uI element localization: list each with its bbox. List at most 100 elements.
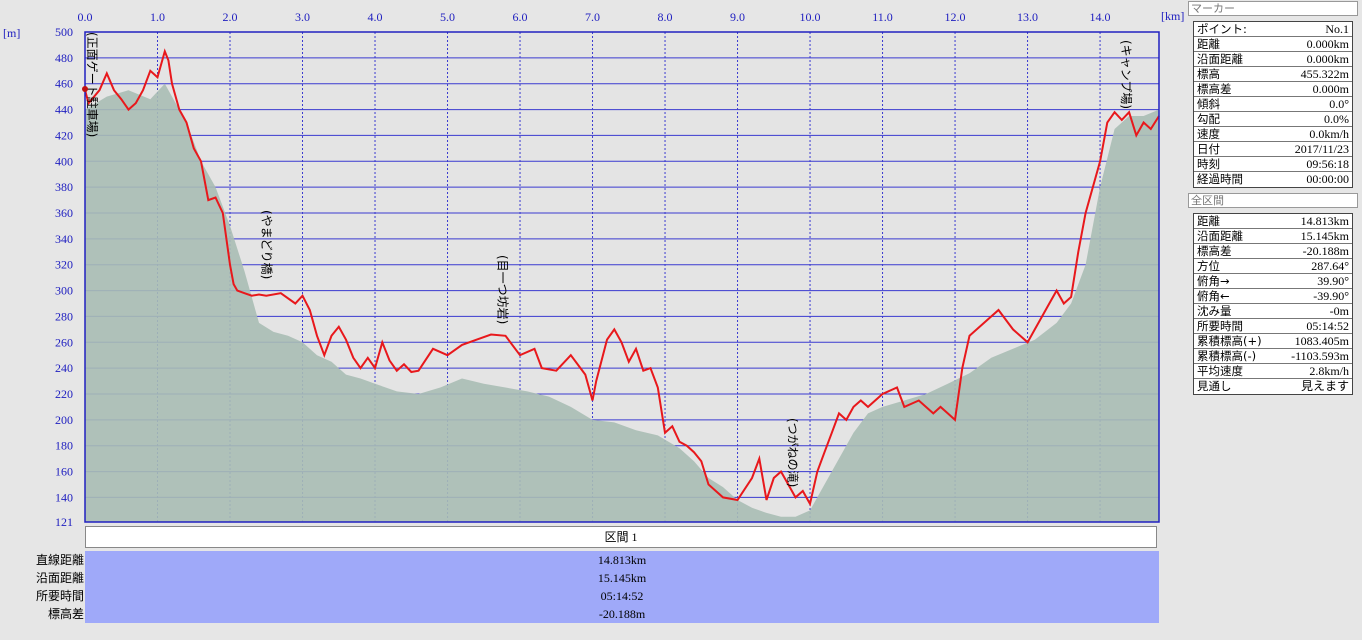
total-value: 39.90° [1317, 274, 1349, 288]
total-value: -1103.593m [1291, 349, 1349, 363]
x-tick-label: 11.0 [872, 10, 893, 24]
marker-key: 日付 [1197, 142, 1220, 156]
total-value: 287.64° [1311, 259, 1349, 273]
total-value: -20.188m [1302, 244, 1349, 258]
total-value: -39.90° [1313, 289, 1349, 303]
marker-value: 0.0° [1329, 97, 1349, 111]
y-tick-label: 200 [55, 413, 73, 427]
segment-header[interactable]: 区間 1 [85, 526, 1157, 548]
total-key: 沈み量 [1197, 304, 1232, 318]
marker-row: 速度 0.0km/h [1194, 127, 1352, 142]
marker-row: 標高差 0.000m [1194, 82, 1352, 97]
total-value: 14.813km [1300, 214, 1349, 228]
y-tick-label: 420 [55, 128, 73, 142]
y-tick-label: 260 [55, 335, 73, 349]
y-tick-label: 440 [55, 103, 73, 117]
marker-value: 00:00:00 [1306, 172, 1349, 186]
marker-row: 勾配 0.0% [1194, 112, 1352, 127]
y-tick-label: 160 [55, 465, 73, 479]
marker-value: 455.322m [1300, 67, 1349, 81]
x-tick-label: 1.0 [150, 10, 165, 24]
start-marker[interactable] [82, 86, 88, 92]
marker-row: 時刻 09:56:18 [1194, 157, 1352, 172]
x-tick-label: 2.0 [223, 10, 238, 24]
y-tick-label: 340 [55, 232, 73, 246]
y-tick-label: 360 [55, 206, 73, 220]
summary-value: -20.188m [85, 605, 1159, 623]
total-row: 方位 287.64° [1194, 259, 1352, 274]
x-tick-label: 8.0 [658, 10, 673, 24]
x-tick-label: 5.0 [440, 10, 455, 24]
x-unit-label: [km] [1161, 9, 1184, 23]
total-key: 平均速度 [1197, 364, 1243, 378]
total-key: 沿面距離 [1197, 229, 1243, 243]
annotation-label: (目一つ坊岩) [495, 255, 510, 324]
marker-row: 傾斜 0.0° [1194, 97, 1352, 112]
y-tick-label: 280 [55, 309, 73, 323]
summary-value: 14.813km [85, 551, 1159, 569]
summary-label: 沿面距離 [35, 571, 84, 585]
total-info-table: 距離 14.813km 沿面距離 15.145km 標高差 -20.188m 方位 287.6… [1193, 213, 1353, 395]
marker-row: 標高 455.322m [1194, 67, 1352, 82]
total-key: 標高差 [1197, 244, 1232, 258]
y-tick-label: 400 [55, 154, 73, 168]
y-tick-label: 140 [55, 490, 73, 504]
marker-row: 距離 0.000km [1194, 37, 1352, 52]
marker-value: 09:56:18 [1306, 157, 1349, 171]
total-key: 累積標高(-) [1197, 349, 1257, 363]
total-value: 2.8km/h [1309, 364, 1349, 378]
total-key: 所要時間 [1197, 319, 1243, 333]
total-value: 05:14:52 [1306, 319, 1349, 333]
marker-key: 標高 [1197, 67, 1220, 81]
y-tick-label: 380 [55, 180, 73, 194]
marker-key: 経過時間 [1197, 172, 1243, 186]
summary-label: 標高差 [47, 607, 84, 621]
marker-key: 勾配 [1197, 112, 1220, 126]
marker-row: 経過時間 00:00:00 [1194, 172, 1352, 187]
marker-value: 2017/11/23 [1294, 142, 1349, 156]
marker-row: ポイント: No.1 [1194, 22, 1352, 37]
annotation-label: (キャンプ場) [1119, 40, 1133, 109]
marker-key: 距離 [1197, 37, 1220, 51]
marker-section-title: マーカー [1188, 1, 1358, 16]
summary-row: 標高差 -20.188m [0, 605, 1160, 623]
elevation-profile-chart[interactable]: 0.0 1.0 2.0 3.0 4.0 5.0 6.0 7.0 8.0 9.0 10.0 11.0 12… [0, 0, 1362, 528]
total-row: 沿面距離 15.145km [1194, 229, 1352, 244]
marker-key: ポイント: [1197, 22, 1247, 36]
marker-value: 0.000km [1306, 37, 1349, 51]
x-tick-label: 4.0 [368, 10, 383, 24]
total-row: 俯角→ 39.90° [1194, 274, 1352, 289]
marker-info-table: ポイント: No.1 距離 0.000km 沿面距離 0.000km 標高 455.322m 標… [1193, 21, 1353, 188]
marker-row: 沿面距離 0.000km [1194, 52, 1352, 67]
y-tick-label: 240 [55, 361, 73, 375]
summary-label: 直線距離 [35, 553, 84, 567]
summary-value: 15.145km [85, 569, 1159, 587]
marker-value: 0.0% [1324, 112, 1349, 126]
marker-key: 時刻 [1197, 157, 1220, 171]
y-tick-labels: 500 480 460 440 420 400 380 360 340 320 300 280 260 2… [55, 25, 73, 528]
y-tick-label: 500 [55, 25, 73, 39]
marker-value: 0.000m [1312, 82, 1349, 96]
x-tick-label: 10.0 [800, 10, 821, 24]
total-section-title: 全区間 [1188, 193, 1358, 208]
marker-key: 沿面距離 [1197, 52, 1243, 66]
marker-value: 0.000km [1306, 52, 1349, 66]
annotation-label: (つがねの滝) [785, 418, 800, 487]
total-value: 15.145km [1300, 229, 1349, 243]
y-tick-label: 300 [55, 284, 73, 298]
marker-key: 傾斜 [1197, 97, 1220, 111]
summary-label: 所要時間 [35, 589, 84, 603]
total-row: 累積標高(-) -1103.593m [1194, 349, 1352, 364]
total-row: 距離 14.813km [1194, 214, 1352, 229]
y-tick-label: 460 [55, 77, 73, 91]
annotation-label: (正面ゲート駐車場) [85, 32, 100, 137]
x-tick-labels: 0.0 1.0 2.0 3.0 4.0 5.0 6.0 7.0 8.0 9.0 10.0 11.0 12… [78, 10, 1111, 24]
total-value: 見えます [1300, 379, 1349, 393]
y-tick-label: 121 [55, 515, 73, 528]
summary-value: 05:14:52 [85, 587, 1159, 605]
x-tick-label: 13.0 [1017, 10, 1038, 24]
total-row: 沈み量 -0m [1194, 304, 1352, 319]
x-tick-label: 7.0 [585, 10, 600, 24]
annotation-label: (やまどり橋) [260, 210, 274, 279]
summary-row: 沿面距離 15.145km [0, 569, 1160, 587]
